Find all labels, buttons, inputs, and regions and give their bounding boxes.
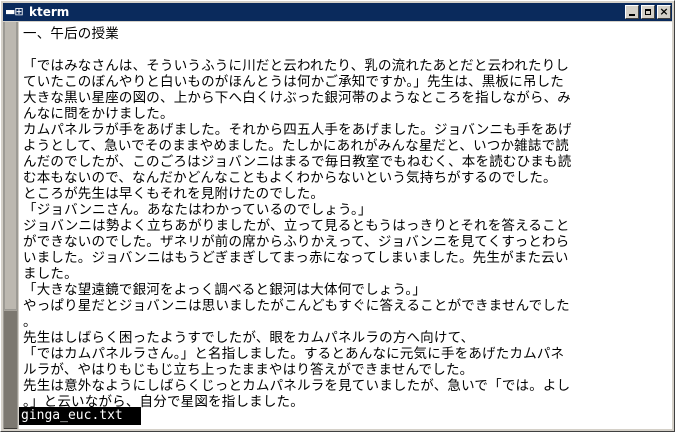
terminal-line: 「ではみなさんは、そういうふうに川だと云われたり、乳の流れたあとだと云われたりし (23, 58, 570, 74)
close-icon: × (659, 5, 669, 18)
scrollbar-track[interactable] (5, 22, 16, 309)
title-bar[interactable]: ▬⊞ kterm × (3, 3, 672, 21)
window-title: kterm (29, 5, 70, 19)
maximize-button[interactable] (641, 5, 655, 19)
scrollbar-thumb[interactable] (4, 310, 17, 429)
terminal-line: 。 (23, 314, 37, 330)
terminal-line: 「大きな望遠鏡で銀河をよっく調べると銀河は大体何でしょう。」 (23, 282, 427, 298)
terminal-line: 「ではカムパネルラさん。」と名指しました。するとあんなに元気に手をあげたカムパネ (23, 346, 565, 362)
terminal-line: 先生は意外なようにしばらくじっとカムパネルラを見ていましたが、急いで「では。よし (23, 378, 571, 394)
terminal-line: 「ジョバンニさん。あなたはわかっているのでしょう。」 (23, 202, 372, 218)
minimize-button[interactable] (625, 5, 639, 19)
terminal-window: ▬⊞ kterm × 一、午后の授業「ではみなさんは、そういうふうに川だと云われ… (0, 0, 675, 432)
terminal-line: ていたこのぼんやりと白いものがほんとうは何かご承知ですか。」先生は、黒板に吊した (23, 74, 564, 90)
terminal-line: ができないのでした。ザネリが前の席からふりかえって、ジョバンニを見てくすっとわら (23, 234, 570, 250)
terminal-line: ジョバンニは勢よく立ちあがりましたが、立って見るともうはっきりとそれを答えること (23, 218, 570, 234)
minimize-icon (629, 14, 635, 16)
terminal-line: ところが先生は早くもそれを見附けたのでした。 (23, 186, 325, 202)
terminal-line: カムパネルラが手をあげました。それから四五人手をあげました。ジョバンニも手をあげ (23, 122, 572, 138)
terminal-line: 大きな黒い星座の図の、上から下へ白くけぶった銀河帯のようなところを指しながら、み (23, 90, 571, 106)
terminal-line: やっぱり星だとジョバンニは思いましたがこんどもすぐに答えることができませんでした (23, 298, 570, 314)
system-menu-icon[interactable]: ▬⊞ (5, 5, 27, 19)
terminal-line: んだのでしたが、このごろはジョバンニはまるで毎日教室でもねむく、本を読むひまも読 (23, 154, 572, 170)
terminal-line: ようとして、急いでそのままやめました。たしかにあれがみんな星だと、いつか雑誌で読 (23, 138, 569, 154)
terminal-line: 先生はしばらく困ったようすでしたが、眼をカムパネルラの方へ向けて、 (23, 330, 475, 346)
terminal-line: ルラが、やはりもじもじ立ち上ったままやはり答えができませんでした。 (23, 362, 474, 378)
terminal-text-area[interactable]: 一、午后の授業「ではみなさんは、そういうふうに川だと云われたり、乳の流れたあとだ… (19, 22, 672, 429)
terminal-line: 一、午后の授業 (23, 26, 119, 42)
terminal-line: んなに問をかけました。 (23, 106, 174, 122)
maximize-icon (645, 9, 651, 15)
terminal-line: む本もないので、なんだかどんなこともよくわからないという気持ちがするのでした。 (23, 170, 557, 186)
terminal-line: いました。ジョバンニはもうどぎまぎしてまっ赤になってしまいました。先生がまた云い (23, 250, 569, 266)
terminal-line: ました。 (23, 266, 78, 282)
file-status-line: ginga_euc.txt (19, 407, 141, 425)
scrollbar[interactable] (3, 22, 18, 429)
close-button[interactable]: × (657, 5, 671, 19)
